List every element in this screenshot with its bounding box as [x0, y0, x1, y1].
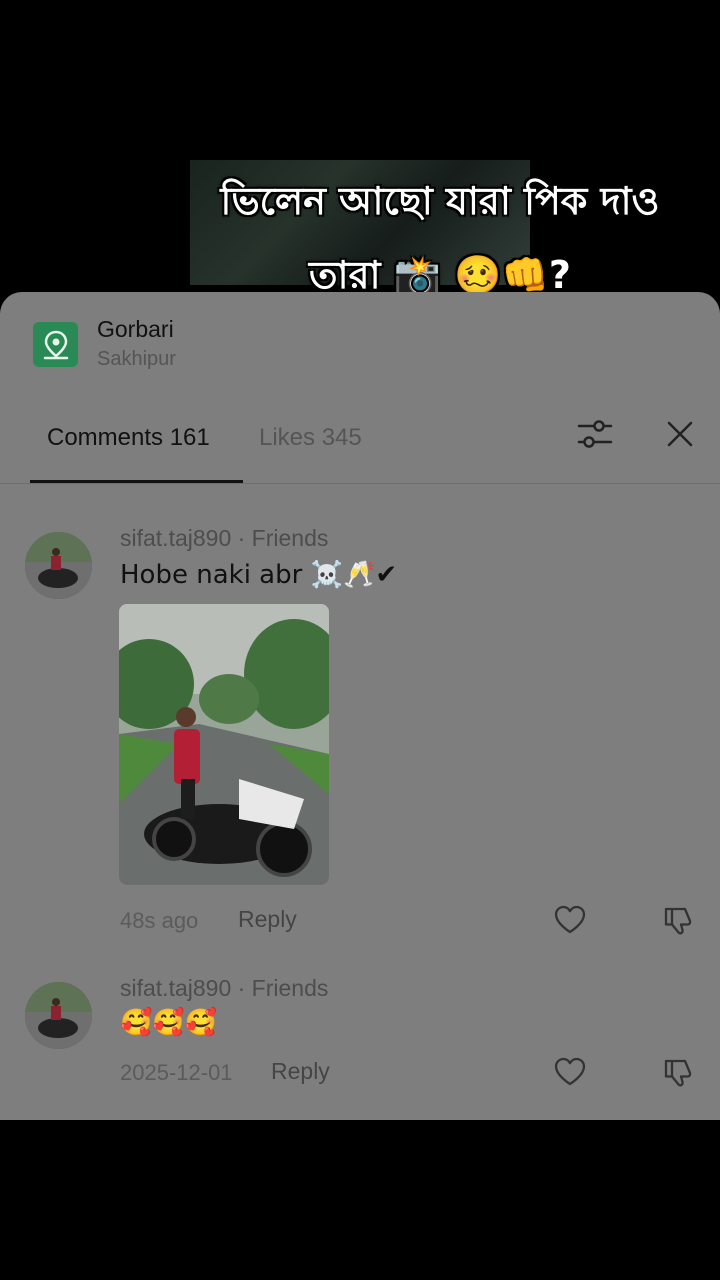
avatar[interactable]	[25, 532, 92, 599]
reply-button[interactable]: Reply	[271, 1058, 330, 1085]
comment-text: 🥰🥰🥰	[120, 1008, 218, 1038]
map-pin-icon[interactable]	[33, 322, 78, 367]
tab-divider	[0, 483, 720, 484]
comment-timestamp: 2025-12-01	[120, 1060, 233, 1085]
tab-likes[interactable]: Likes 345	[259, 424, 362, 452]
reply-button[interactable]: Reply	[238, 906, 297, 933]
comment-meta[interactable]: sifat.taj890 · Friends	[120, 525, 328, 552]
video-caption-line-1: ভিলেন আছো যারা পিক দাও	[220, 179, 660, 223]
comment-meta[interactable]: sifat.taj890 · Friends	[120, 975, 328, 1002]
location-title[interactable]: Gorbari	[97, 316, 174, 343]
comment-text: Hobe naki abr ☠️🥂✔	[120, 560, 398, 590]
heart-icon[interactable]	[553, 1055, 587, 1089]
dislike-icon[interactable]	[662, 1055, 696, 1089]
close-icon[interactable]	[662, 416, 698, 452]
heart-icon[interactable]	[553, 903, 587, 937]
filter-sliders-icon[interactable]	[575, 414, 615, 454]
comment-timestamp: 48s ago	[120, 908, 199, 933]
tab-comments[interactable]: Comments 161	[47, 424, 210, 452]
location-subtitle: Sakhipur	[97, 348, 176, 370]
dislike-icon[interactable]	[662, 903, 696, 937]
comments-sheet: Gorbari Sakhipur Comments 161 Likes 345 …	[0, 292, 720, 1120]
comment-photo[interactable]	[119, 604, 329, 885]
avatar[interactable]	[25, 982, 92, 1049]
